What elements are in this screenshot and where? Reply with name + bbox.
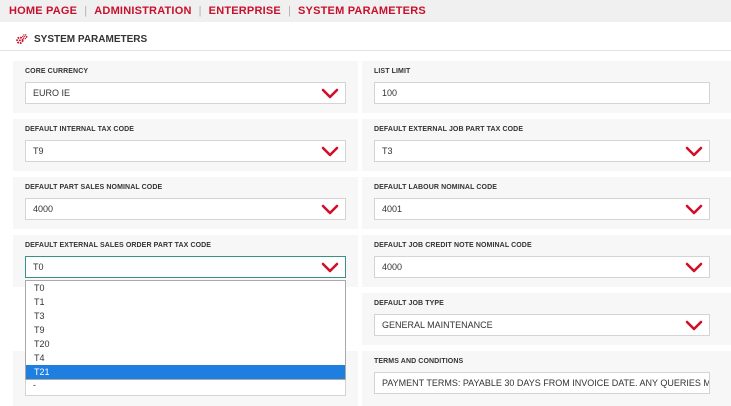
default-external-sales-order-tax-value: T0 — [33, 262, 44, 272]
list-limit-label: LIST LIMIT — [374, 68, 411, 75]
default-internal-tax-label: DEFAULT INTERNAL TAX CODE — [25, 126, 135, 133]
terms-and-conditions-label: TERMS AND CONDITIONS — [374, 358, 464, 365]
breadcrumb-enterprise[interactable]: ENTERPRISE — [209, 5, 281, 17]
default-part-sales-nominal-value: 4000 — [33, 204, 54, 214]
breadcrumb-separator: | — [84, 5, 88, 17]
chevron-down-icon — [685, 262, 703, 273]
default-job-type-card: DEFAULT JOB TYPE GENERAL MAINTENANCE — [362, 293, 731, 345]
default-job-credit-note-nominal-label: DEFAULT JOB CREDIT NOTE NOMINAL CODE — [374, 242, 532, 249]
list-limit-card: LIST LIMIT 100 — [362, 61, 731, 113]
default-internal-tax-value: T9 — [33, 146, 44, 156]
default-internal-tax-select[interactable]: T9 — [25, 140, 346, 162]
dropdown-option-highlighted[interactable]: T21 — [26, 365, 345, 379]
default-part-sales-nominal-select[interactable]: 4000 — [25, 198, 346, 220]
default-job-type-value: GENERAL MAINTENANCE — [382, 320, 493, 330]
breadcrumb-administration[interactable]: ADMINISTRATION — [94, 5, 191, 17]
default-external-sales-order-tax-label: DEFAULT EXTERNAL SALES ORDER PART TAX CO… — [25, 242, 212, 249]
terms-and-conditions-card: TERMS AND CONDITIONS PAYMENT TERMS: PAYA… — [362, 351, 731, 406]
default-labour-nominal-label: DEFAULT LABOUR NOMINAL CODE — [374, 184, 497, 191]
chevron-down-icon — [685, 204, 703, 215]
chevron-down-icon — [321, 262, 339, 273]
tax-code-dropdown-list[interactable]: T0 T1 T3 T9 T20 T4 T21 — [25, 280, 346, 380]
dropdown-option[interactable]: T9 — [26, 323, 345, 337]
default-job-type-label: DEFAULT JOB TYPE — [374, 300, 444, 307]
breadcrumb-system-parameters[interactable]: SYSTEM PARAMETERS — [298, 5, 426, 17]
core-currency-card: CORE CURRENCY EURO IE — [13, 61, 358, 113]
panel-title: SYSTEM PARAMETERS — [34, 34, 148, 45]
core-currency-label: CORE CURRENCY — [25, 68, 89, 75]
hidden-field-value: - — [33, 380, 36, 390]
terms-and-conditions-input[interactable]: PAYMENT TERMS: PAYABLE 30 DAYS FROM INVO… — [374, 372, 710, 394]
default-external-job-part-tax-label: DEFAULT EXTERNAL JOB PART TAX CODE — [374, 126, 524, 133]
breadcrumb-separator: | — [287, 5, 292, 17]
chevron-down-icon — [685, 146, 703, 157]
default-external-job-part-tax-value: T3 — [382, 146, 393, 156]
dropdown-option[interactable]: T3 — [26, 309, 345, 323]
breadcrumb-separator: | — [198, 5, 202, 17]
default-labour-nominal-select[interactable]: 4001 — [374, 198, 710, 220]
default-part-sales-nominal-label: DEFAULT PART SALES NOMINAL CODE — [25, 184, 163, 191]
dropdown-option[interactable]: T1 — [26, 295, 345, 309]
chevron-down-icon — [321, 204, 339, 215]
default-external-sales-order-tax-select[interactable]: T0 — [25, 256, 346, 278]
default-external-job-part-tax-card: DEFAULT EXTERNAL JOB PART TAX CODE T3 — [362, 119, 731, 171]
chevron-down-icon — [321, 88, 339, 99]
default-part-sales-nominal-card: DEFAULT PART SALES NOMINAL CODE 4000 — [13, 177, 358, 229]
default-job-credit-note-nominal-value: 4000 — [382, 262, 403, 272]
core-currency-value: EURO IE — [33, 88, 71, 98]
default-labour-nominal-card: DEFAULT LABOUR NOMINAL CODE 4001 — [362, 177, 731, 229]
panel-header: SYSTEM PARAMETERS — [0, 29, 731, 51]
terms-and-conditions-value: PAYMENT TERMS: PAYABLE 30 DAYS FROM INVO… — [382, 378, 710, 388]
list-limit-input[interactable]: 100 — [374, 82, 710, 104]
breadcrumb: HOME PAGE | ADMINISTRATION | ENTERPRISE … — [0, 0, 731, 22]
breadcrumb-home-page[interactable]: HOME PAGE — [9, 5, 77, 17]
default-job-credit-note-nominal-card: DEFAULT JOB CREDIT NOTE NOMINAL CODE 400… — [362, 235, 731, 287]
list-limit-value: 100 — [382, 88, 398, 98]
dropdown-option[interactable]: T4 — [26, 351, 345, 365]
default-external-job-part-tax-select[interactable]: T3 — [374, 140, 710, 162]
gears-icon — [16, 34, 28, 44]
default-job-type-select[interactable]: GENERAL MAINTENANCE — [374, 314, 710, 336]
core-currency-select[interactable]: EURO IE — [25, 82, 346, 104]
dropdown-option[interactable]: T20 — [26, 337, 345, 351]
dropdown-option[interactable]: T0 — [26, 281, 345, 295]
chevron-down-icon — [685, 320, 703, 331]
default-labour-nominal-value: 4001 — [382, 204, 403, 214]
chevron-down-icon — [321, 146, 339, 157]
default-internal-tax-card: DEFAULT INTERNAL TAX CODE T9 — [13, 119, 358, 171]
default-job-credit-note-nominal-select[interactable]: 4000 — [374, 256, 710, 278]
